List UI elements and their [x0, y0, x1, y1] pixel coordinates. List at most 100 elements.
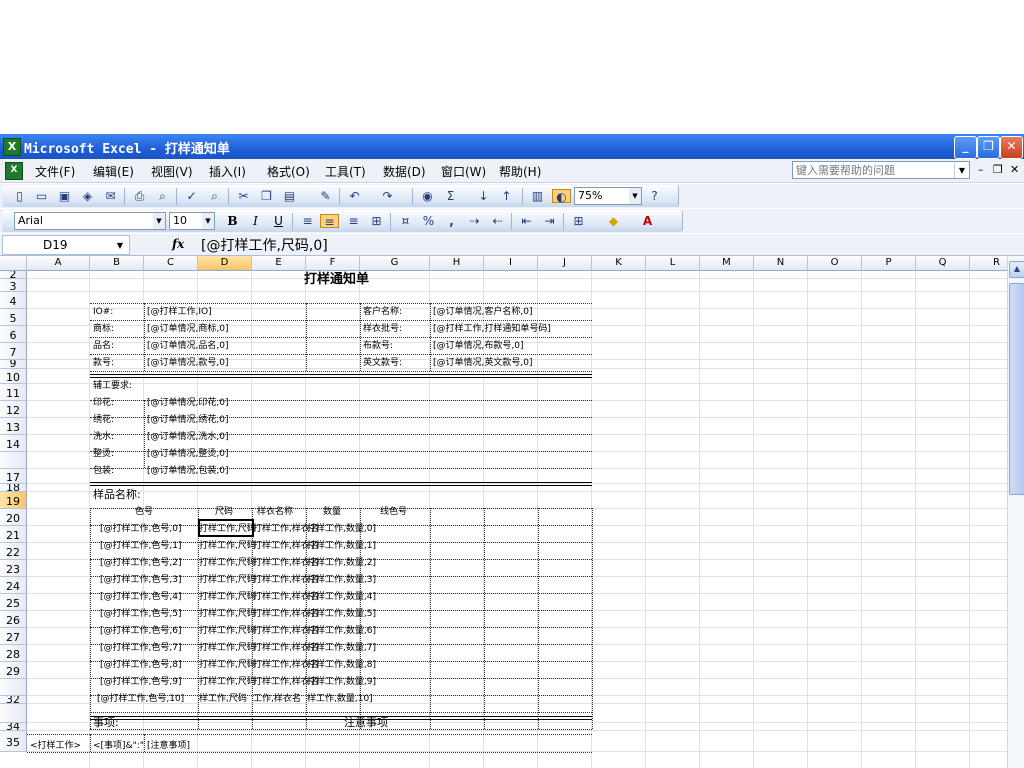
row-header[interactable]: 17: [0, 469, 27, 484]
autosum-icon[interactable]: Σ: [443, 189, 458, 203]
underline-button[interactable]: U: [271, 214, 286, 228]
open-icon[interactable]: ▭: [34, 189, 49, 203]
menu-window[interactable]: 窗口(W): [441, 163, 486, 180]
column-header-m[interactable]: M: [700, 256, 754, 271]
row-header[interactable]: [0, 704, 27, 723]
column-header-g[interactable]: G: [360, 256, 430, 271]
align-left-icon[interactable]: ≡: [300, 214, 315, 228]
chevron-down-icon[interactable]: ▼: [117, 237, 123, 255]
info-label[interactable]: 款号:: [93, 357, 114, 369]
sample-qty[interactable]: 打样工作,数量,9]: [307, 676, 376, 688]
row-header[interactable]: 2: [0, 271, 27, 279]
notes-label[interactable]: 事项:: [93, 717, 119, 729]
sample-size[interactable]: 样工作,尺码: [199, 693, 247, 705]
active-cell[interactable]: [198, 519, 254, 537]
sample-size[interactable]: 打样工作,尺码: [199, 625, 256, 637]
sample-size[interactable]: 打样工作,尺码: [199, 591, 256, 603]
menu-edit[interactable]: 编辑(E): [93, 163, 134, 180]
menu-insert[interactable]: 插入(I): [209, 163, 246, 180]
insert-function-button[interactable]: fx: [172, 237, 184, 251]
row-header[interactable]: 5: [0, 309, 27, 326]
menu-format[interactable]: 格式(O): [267, 163, 310, 180]
info-label[interactable]: 样衣批号:: [363, 323, 402, 335]
row-header[interactable]: 27: [0, 628, 27, 645]
fill-color-icon[interactable]: ◆: [606, 214, 621, 228]
process-value[interactable]: [@订单情况,包装,0]: [147, 465, 228, 477]
notes-title[interactable]: 注意事项: [344, 717, 388, 729]
align-center-icon[interactable]: ≡: [320, 214, 339, 229]
menu-help[interactable]: 帮助(H): [499, 163, 541, 180]
row-header[interactable]: 34: [0, 723, 27, 731]
menu-data[interactable]: 数据(D): [383, 163, 426, 180]
sort-descending-icon[interactable]: ↑: [499, 189, 514, 203]
sample-size[interactable]: 打样工作,尺码: [199, 557, 256, 569]
undo-icon[interactable]: ↶: [347, 189, 362, 203]
sample-color[interactable]: [@打样工作,色号,0]: [100, 523, 181, 535]
process-value[interactable]: [@订单情况,印花,0]: [147, 397, 228, 409]
row-header[interactable]: 26: [0, 611, 27, 628]
info-value[interactable]: [@订单情况,客户名称,0]: [433, 306, 532, 318]
info-label[interactable]: IO#:: [93, 306, 113, 318]
chevron-down-icon[interactable]: ▼: [202, 213, 214, 229]
sample-qty[interactable]: 打样工作,数量,8]: [307, 659, 376, 671]
font-size-select[interactable]: 10 ▼: [169, 212, 215, 230]
column-header-e[interactable]: E: [252, 256, 306, 271]
doc-close-button[interactable]: ✕: [1010, 163, 1019, 176]
column-header-q[interactable]: Q: [916, 256, 970, 271]
research-icon[interactable]: ⌕: [207, 189, 222, 203]
sample-qty[interactable]: 打样工作,数量,2]: [307, 557, 376, 569]
process-value[interactable]: [@订单情况,洗水,0]: [147, 431, 228, 443]
info-label[interactable]: 布款号:: [363, 340, 393, 352]
sheet-title[interactable]: 打样通知单: [304, 272, 369, 288]
decrease-decimal-icon[interactable]: ⇠: [490, 214, 505, 228]
print-preview-icon[interactable]: ⌕: [155, 189, 170, 203]
email-icon[interactable]: ✉: [103, 189, 118, 203]
scroll-up-icon[interactable]: ▲: [1009, 261, 1024, 278]
sample-size[interactable]: 打样工作,尺码: [199, 608, 256, 620]
info-label[interactable]: 商标:: [93, 323, 114, 335]
formula-input[interactable]: [@打样工作,尺码,0]: [201, 235, 328, 255]
row-header[interactable]: 14: [0, 435, 27, 452]
column-header-h[interactable]: H: [430, 256, 484, 271]
row-header[interactable]: 35: [0, 731, 27, 752]
row-header[interactable]: 11: [0, 384, 27, 401]
row-header[interactable]: 32: [0, 696, 27, 704]
chart-wizard-icon[interactable]: ▥: [530, 189, 545, 203]
sample-size[interactable]: 打样工作,尺码: [199, 676, 256, 688]
process-label[interactable]: 整烫:: [93, 448, 114, 460]
column-header-c[interactable]: C: [144, 256, 198, 271]
row-header[interactable]: 7: [0, 343, 27, 360]
paste-icon[interactable]: ▤: [282, 189, 297, 203]
sample-qty[interactable]: 打样工作,数量,3]: [307, 574, 376, 586]
new-icon[interactable]: ▯: [12, 189, 27, 203]
row-header[interactable]: 23: [0, 560, 27, 577]
comma-button[interactable]: ,: [444, 214, 459, 228]
chevron-down-icon[interactable]: ▼: [954, 162, 969, 178]
bold-button[interactable]: B: [225, 214, 240, 228]
info-value[interactable]: [@订单情况,品名,0]: [147, 340, 228, 352]
column-header-d[interactable]: D: [198, 256, 252, 271]
sample-size[interactable]: 打样工作,尺码: [199, 540, 256, 552]
workbook-icon[interactable]: X: [5, 162, 23, 180]
permission-icon[interactable]: ◈: [80, 189, 95, 203]
row-header[interactable]: 12: [0, 401, 27, 418]
sample-size[interactable]: 打样工作,尺码: [199, 659, 256, 671]
name-box[interactable]: D19 ▼: [2, 235, 130, 255]
process-label[interactable]: 印花:: [93, 397, 114, 409]
info-value[interactable]: [@打样工作,IO]: [147, 306, 212, 318]
row-header[interactable]: 10: [0, 369, 27, 384]
select-all-corner[interactable]: [0, 256, 27, 271]
info-label[interactable]: 客户名称:: [363, 306, 402, 318]
column-header-f[interactable]: F: [306, 256, 360, 271]
zoom-select[interactable]: 75% ▼: [574, 187, 642, 205]
sample-header[interactable]: 样品名称:: [93, 489, 141, 501]
row-header[interactable]: 13: [0, 418, 27, 435]
sample-qty[interactable]: 打样工作,数量,6]: [307, 625, 376, 637]
doc-minimize-button[interactable]: –: [978, 163, 984, 176]
sample-col-color[interactable]: 色号: [135, 506, 153, 518]
worksheet-grid[interactable]: ABCDEFGHIJKLMNOPQR 2 3 4 5 6 7 9 10 11 12 13 14 17 18…: [0, 256, 1024, 768]
sample-qty[interactable]: 打样工作,数量,0]: [307, 523, 376, 535]
sample-color[interactable]: [@打样工作,色号,1]: [100, 540, 181, 552]
row-header[interactable]: 29: [0, 662, 27, 679]
currency-icon[interactable]: ¤: [398, 214, 413, 228]
